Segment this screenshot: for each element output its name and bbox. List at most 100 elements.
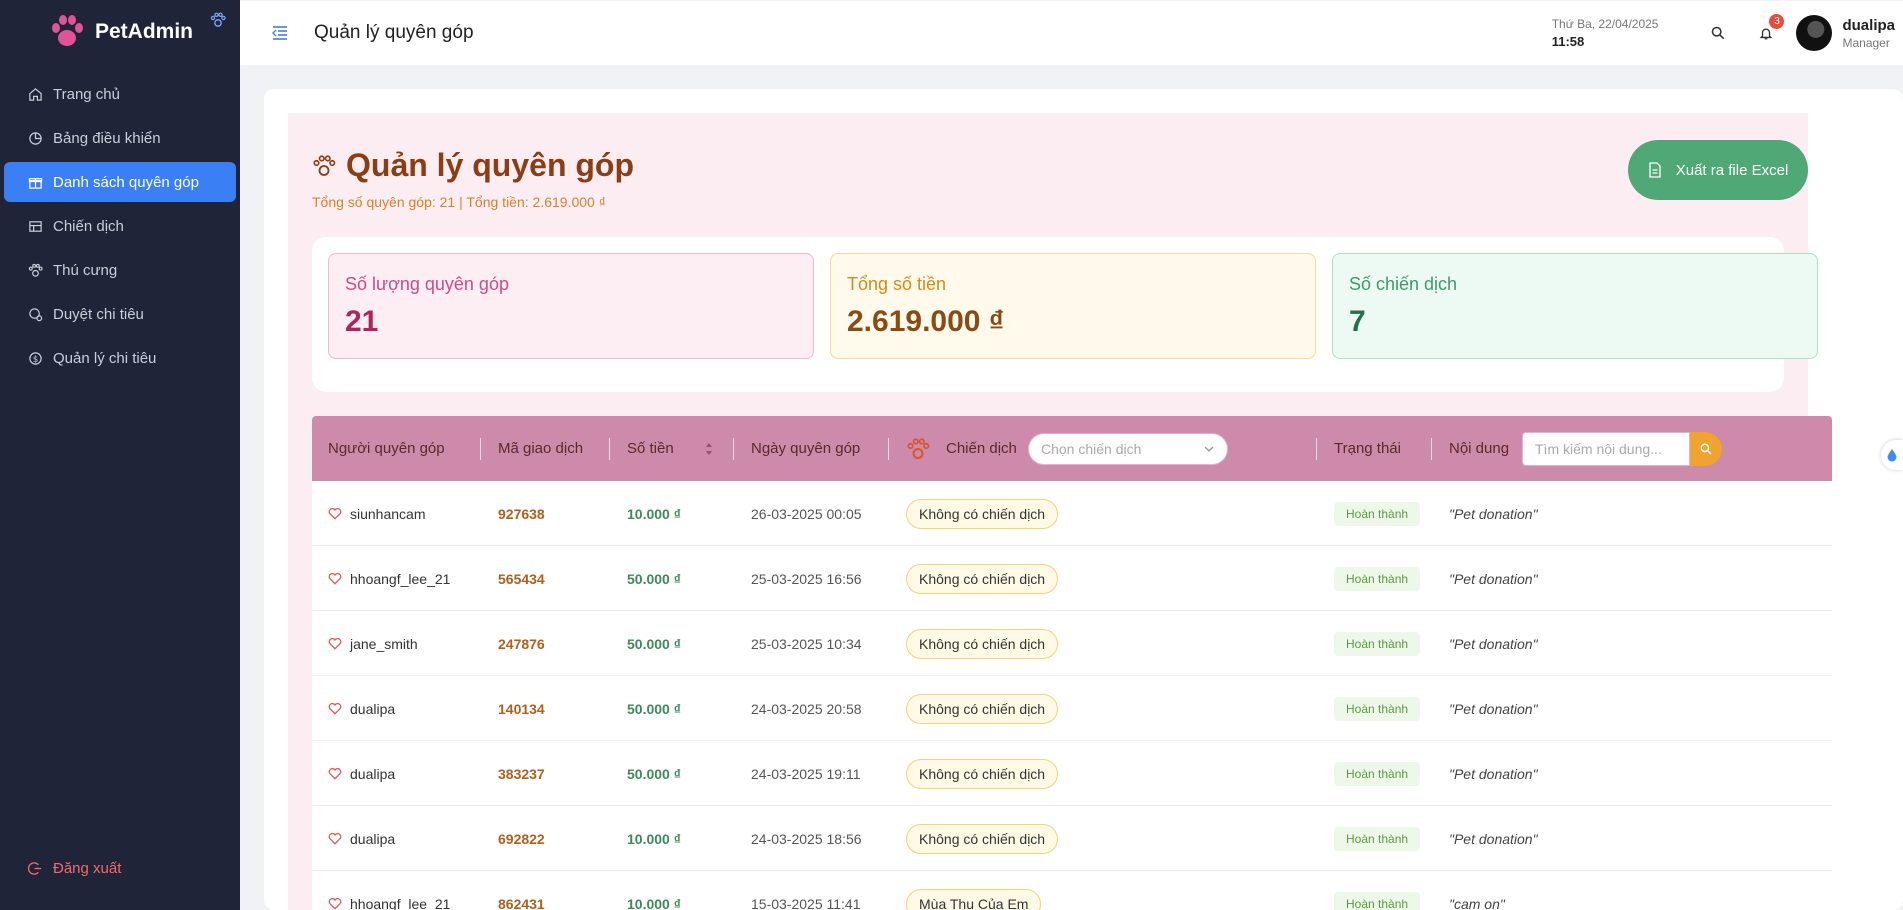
sidebar-item-expense-approval[interactable]: Duyệt chi tiêu	[4, 294, 236, 334]
menu-toggle-icon[interactable]	[270, 23, 290, 43]
campaign-filter-select[interactable]: Chọn chiến dịch	[1028, 433, 1228, 465]
table-row[interactable]: dualipa 692822 10.000 ₫ 24-03-2025 18:56…	[312, 806, 1832, 871]
donation-content: "Pet donation"	[1449, 765, 1538, 782]
search-placeholder: Tìm kiếm nội dung...	[1535, 441, 1662, 457]
dollar-circle-icon: $	[29, 351, 42, 365]
stats-section: Số lượng quyên góp 21 Tổng số tiền 2.619…	[312, 237, 1818, 392]
search-icon	[1712, 26, 1725, 40]
status-cell: Hoàn thành	[1334, 481, 1421, 546]
column-header-transaction: Mã giao dịch	[498, 440, 584, 457]
sidebar-item-home[interactable]: Trang chủ	[4, 74, 236, 114]
main-content: Quản lý quyên góp Tổng số quyên góp: 21 …	[264, 89, 1903, 910]
column-divider	[1431, 438, 1432, 460]
donor-name: hhoangf_lee_21	[350, 895, 451, 910]
campaign-tag: Không có chiến dịch	[906, 498, 1059, 529]
sidebar-item-donations[interactable]: Danh sách quyên góp	[4, 162, 236, 202]
droplet-icon	[1887, 449, 1897, 462]
paw-icon	[28, 263, 43, 277]
header-right: Thứ Ba, 22/04/2025 11:58 3 dualipa Manag…	[1552, 1, 1903, 65]
column-divider	[1316, 438, 1317, 460]
donor-cell: siunhancam	[328, 481, 426, 546]
logout-button[interactable]: Đăng xuất	[4, 848, 236, 888]
sidebar-item-expense-management[interactable]: $ Quản lý chi tiêu	[4, 338, 236, 378]
donation-panel: Quản lý quyên góp Tổng số quyên góp: 21 …	[288, 113, 1832, 910]
stat-card-donation-count: Số lượng quyên góp 21	[328, 253, 814, 359]
sidebar-item-campaigns[interactable]: Chiến dịch	[4, 206, 236, 246]
donor-name: dualipa	[350, 700, 396, 717]
donation-date: 24-03-2025 19:11	[751, 765, 861, 782]
content-search-button[interactable]	[1690, 432, 1722, 466]
export-excel-button[interactable]: Xuất ra file Excel	[1628, 140, 1808, 200]
column-header-donor: Người quyên góp	[328, 440, 445, 457]
donation-content: "Pet donation"	[1449, 700, 1538, 717]
table-header: Người quyên góp Mã giao dịch Số tiền Ngà…	[312, 416, 1832, 481]
sidebar-item-label: Thú cưng	[53, 261, 118, 279]
donor-cell: jane_smith	[328, 611, 418, 676]
heart-icon	[328, 702, 342, 715]
brand[interactable]: PetAdmin	[0, 0, 240, 64]
column-header-campaign: Chiến dịch	[946, 440, 1017, 457]
page-heading: Quản lý quyên góp Tổng số quyên góp: 21 …	[312, 147, 634, 210]
transaction-id: 692822	[498, 830, 545, 847]
brand-name: PetAdmin	[94, 20, 193, 43]
file-icon	[1649, 162, 1661, 178]
sort-icon[interactable]	[705, 442, 713, 456]
user-menu[interactable]: dualipa Manager	[1842, 17, 1895, 50]
table-row[interactable]: hhoangf_lee_21 565434 50.000 ₫ 25-03-202…	[312, 546, 1832, 611]
sidebar-item-pets[interactable]: Thú cưng	[4, 250, 236, 290]
avatar[interactable]	[1796, 15, 1833, 51]
paw-icon	[313, 154, 336, 176]
status-cell: Hoàn thành	[1334, 611, 1421, 676]
campaign-tag: Không có chiến dịch	[906, 628, 1059, 659]
stat-label: Số lượng quyên góp	[345, 274, 509, 294]
donor-name: siunhancam	[350, 505, 426, 522]
current-time: 11:58	[1551, 34, 1585, 49]
donation-date: 24-03-2025 18:56	[751, 830, 862, 847]
status-badge: Hoàn thành	[1334, 891, 1421, 910]
status-badge: Hoàn thành	[1334, 761, 1421, 786]
floating-widget-button[interactable]	[1881, 440, 1903, 470]
donation-content: "Pet donation"	[1449, 505, 1538, 522]
donation-content: "Pet donation"	[1449, 635, 1538, 652]
table-row[interactable]: dualipa 383237 50.000 ₫ 24-03-2025 19:11…	[312, 741, 1832, 806]
amount: 50.000 ₫	[627, 700, 681, 717]
paw-icon	[907, 438, 930, 459]
content-search-input[interactable]: Tìm kiếm nội dung...	[1522, 432, 1690, 466]
table-row[interactable]: dualipa 140134 50.000 ₫ 24-03-2025 20:58…	[312, 676, 1832, 741]
heart-icon	[328, 832, 342, 845]
campaign-icon	[29, 220, 42, 232]
campaign-cell: Mùa Thu Của Em	[906, 871, 1042, 910]
donor-cell: dualipa	[328, 741, 395, 806]
sidebar-item-label: Bảng điều khiển	[53, 129, 161, 147]
sidebar-item-label: Duyệt chi tiêu	[53, 305, 144, 323]
column-divider	[888, 438, 889, 460]
status-badge: Hoàn thành	[1334, 696, 1421, 721]
column-header-amount[interactable]: Số tiền	[627, 416, 674, 481]
page-title: Quản lý quyên góp	[346, 147, 635, 183]
status-cell: Hoàn thành	[1334, 806, 1421, 871]
table-row[interactable]: hhoangf_lee_21 862431 10.000 ₫ 15-03-202…	[312, 871, 1832, 910]
table-row[interactable]: siunhancam 927638 10.000 ₫ 26-03-2025 00…	[312, 481, 1832, 546]
status-cell: Hoàn thành	[1334, 676, 1421, 741]
campaign-cell: Không có chiến dịch	[906, 481, 1059, 546]
donation-content: "Pet donation"	[1449, 570, 1538, 587]
search-button[interactable]	[1694, 26, 1742, 40]
transaction-id: 383237	[498, 765, 545, 782]
logout-icon	[28, 861, 42, 875]
sidebar-item-dashboard[interactable]: Bảng điều khiển	[4, 118, 236, 158]
table-body: siunhancam 927638 10.000 ₫ 26-03-2025 00…	[312, 481, 1832, 910]
campaign-tag: Mùa Thu Của Em	[906, 888, 1042, 910]
notification-button[interactable]: 3	[1742, 13, 1790, 41]
status-cell: Hoàn thành	[1334, 546, 1421, 611]
campaign-cell: Không có chiến dịch	[906, 546, 1059, 611]
campaign-cell: Không có chiến dịch	[906, 806, 1059, 871]
amount: 50.000 ₫	[627, 570, 681, 587]
heart-icon	[328, 572, 342, 585]
transaction-id: 862431	[498, 895, 545, 910]
column-header-date: Ngày quyên góp	[751, 440, 861, 457]
amount: 50.000 ₫	[627, 765, 681, 782]
stat-value: 21	[345, 305, 379, 338]
sidebar-collapse-icon[interactable]	[210, 12, 226, 28]
campaign-tag: Không có chiến dịch	[906, 563, 1059, 594]
table-row[interactable]: jane_smith 247876 50.000 ₫ 25-03-2025 10…	[312, 611, 1832, 676]
